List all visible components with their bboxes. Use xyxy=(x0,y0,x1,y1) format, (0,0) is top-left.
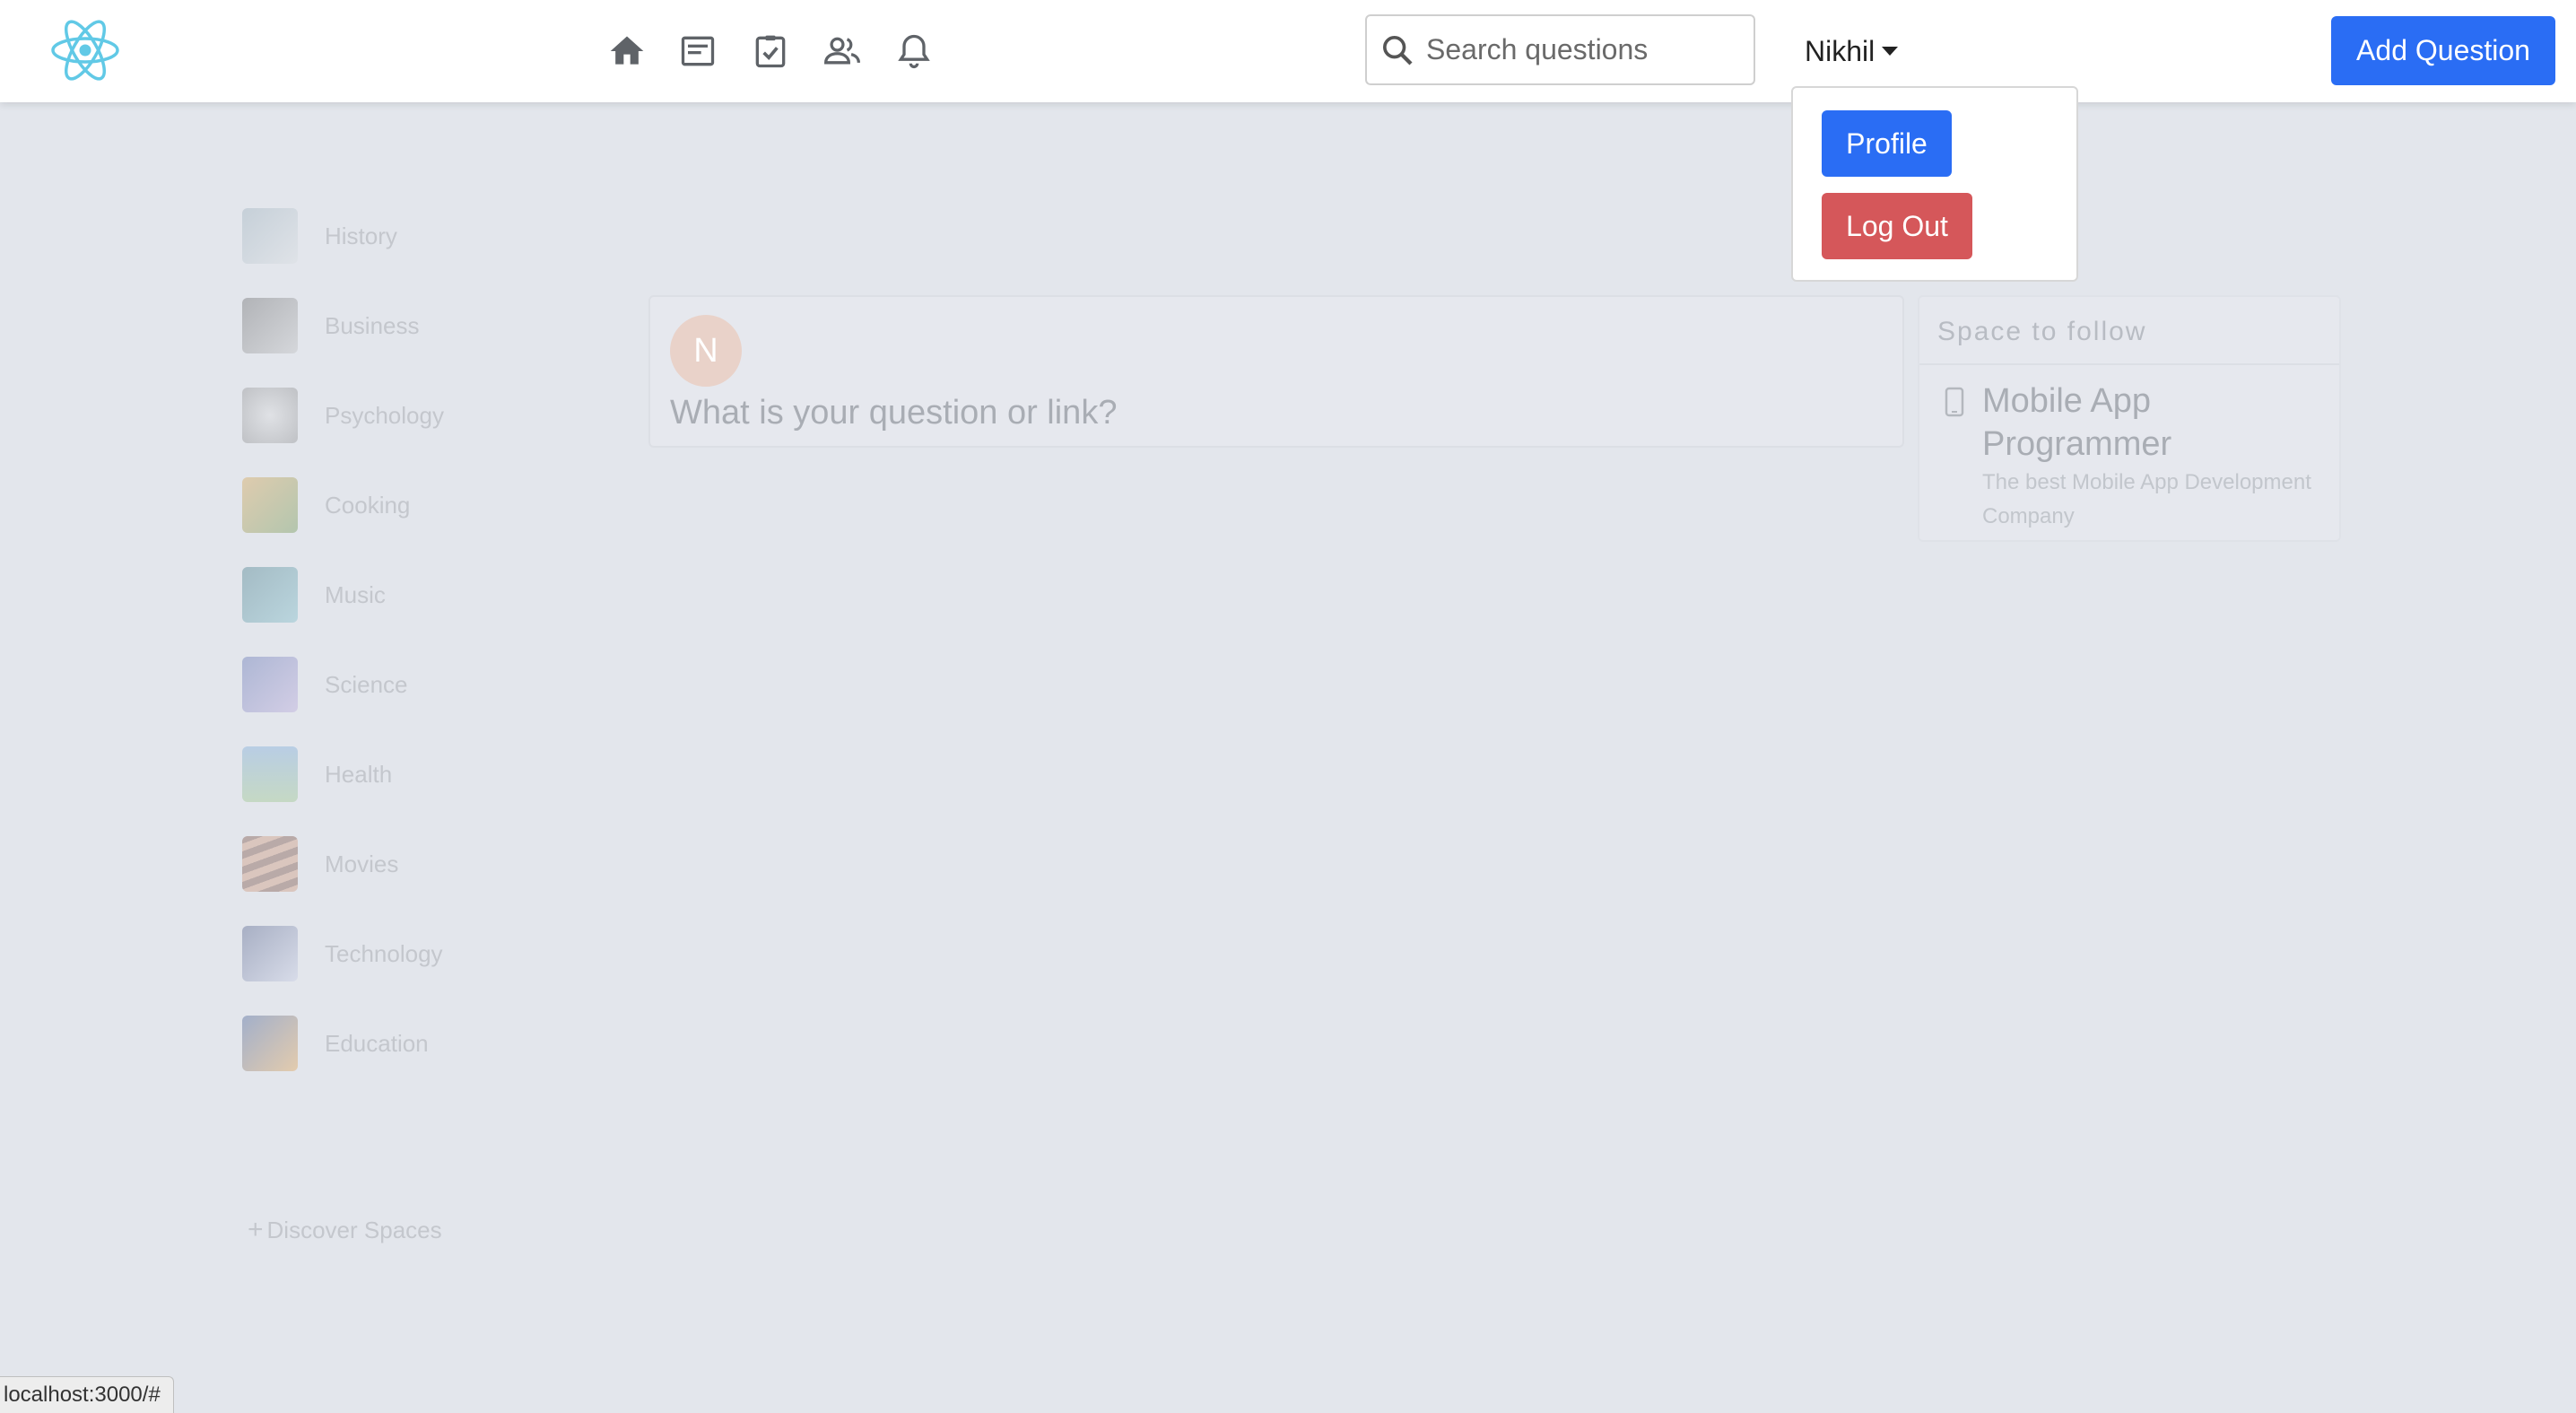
sidebar-item-health[interactable]: Health xyxy=(242,746,392,802)
discover-spaces-label: Discover Spaces xyxy=(266,1216,442,1243)
sidebar-item-science[interactable]: Science xyxy=(242,657,408,712)
sidebar-item-business[interactable]: Business xyxy=(242,298,420,353)
checkbox-icon[interactable] xyxy=(748,29,793,74)
sidebar-item-movies[interactable]: Movies xyxy=(242,836,398,892)
user-menu-toggle[interactable]: Nikhil xyxy=(1805,29,1899,74)
ask-question-prompt[interactable]: What is your question or link? xyxy=(670,394,1117,432)
user-name: Nikhil xyxy=(1805,34,1875,67)
sidebar-item-label: Health xyxy=(325,760,393,788)
react-atom-icon[interactable] xyxy=(50,18,120,83)
sidebar-item-label: Education xyxy=(325,1029,429,1057)
caret-down-icon xyxy=(1882,47,1899,56)
sidebar-item-label: Business xyxy=(325,311,420,339)
history-thumbnail xyxy=(242,208,298,264)
logout-button[interactable]: Log Out xyxy=(1822,193,1972,259)
psychology-thumbnail xyxy=(242,388,298,443)
sidebar-item-psychology[interactable]: Psychology xyxy=(242,388,444,443)
search-box[interactable] xyxy=(1365,14,1755,85)
sidebar-item-label: Movies xyxy=(325,850,399,877)
search-icon xyxy=(1383,35,1413,65)
page-footer-area xyxy=(0,1246,2576,1413)
science-thumbnail xyxy=(242,657,298,712)
browser-status-bar: localhost:3000/# xyxy=(0,1376,174,1413)
plus-icon: + xyxy=(248,1215,264,1244)
space-description: The best Mobile App Development Company xyxy=(1982,470,2311,528)
business-thumbnail xyxy=(242,298,298,353)
main-content: History Business Psychology Cooking Musi… xyxy=(0,102,2576,1246)
sidebar-item-cooking[interactable]: Cooking xyxy=(242,477,410,533)
sidebar-item-technology[interactable]: Technology xyxy=(242,926,443,981)
sidebar-item-label: Science xyxy=(325,670,408,698)
sidebar-item-label: Technology xyxy=(325,939,443,967)
sidebar-item-music[interactable]: Music xyxy=(242,567,386,623)
sidebar-item-label: Music xyxy=(325,580,386,608)
add-question-button[interactable]: Add Question xyxy=(2331,16,2555,85)
sidebar-item-label: Psychology xyxy=(325,401,444,429)
sidebar-item-label: Cooking xyxy=(325,491,411,519)
ask-question-card[interactable]: N What is your question or link? xyxy=(648,295,1904,448)
health-thumbnail xyxy=(242,746,298,802)
music-thumbnail xyxy=(242,567,298,623)
avatar: N xyxy=(670,315,742,387)
space-to-follow-widget: Space to follow Mobile App Programmer Th… xyxy=(1918,295,2341,542)
user-dropdown-menu: Profile Log Out xyxy=(1791,86,2078,282)
movies-thumbnail xyxy=(242,836,298,892)
mobile-phone-icon xyxy=(1945,387,1964,417)
sidebar-item-label: History xyxy=(325,222,397,249)
search-input[interactable] xyxy=(1424,32,1747,67)
sidebar-item-history[interactable]: History xyxy=(242,208,397,264)
people-icon[interactable] xyxy=(820,29,865,74)
profile-button[interactable]: Profile xyxy=(1822,110,1952,177)
cooking-thumbnail xyxy=(242,477,298,533)
discover-spaces-link[interactable]: + Discover Spaces xyxy=(248,1215,442,1245)
newspaper-icon[interactable] xyxy=(675,29,720,74)
bell-icon[interactable] xyxy=(892,29,936,74)
widget-header: Space to follow xyxy=(1919,297,2339,365)
education-thumbnail xyxy=(242,1016,298,1071)
technology-thumbnail xyxy=(242,926,298,981)
space-title[interactable]: Mobile App Programmer xyxy=(1982,379,2323,466)
sidebar-item-education[interactable]: Education xyxy=(242,1016,429,1071)
home-icon[interactable] xyxy=(605,29,649,74)
top-navbar: Nikhil Add Question xyxy=(0,0,2576,102)
